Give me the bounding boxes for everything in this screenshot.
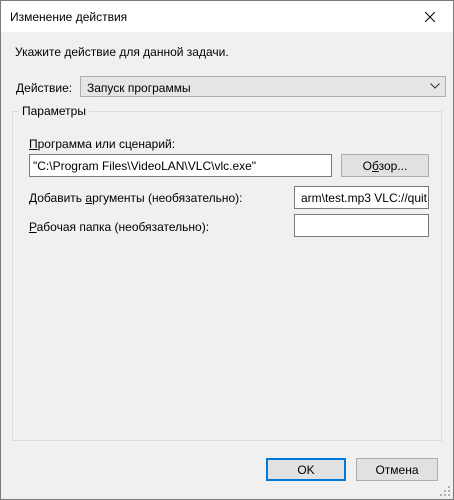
resize-grip-icon[interactable] [439,485,451,497]
action-select-value: Запуск программы [87,81,191,95]
program-input-value: "C:\Program Files\VideoLAN\VLC\vlc.exe" [33,159,257,173]
working-folder-input[interactable] [294,214,429,237]
program-label: Программа или сценарий: [29,137,176,151]
ok-button-label: OK [297,462,315,477]
ok-button[interactable]: OK [266,458,346,481]
cancel-button[interactable]: Отмена [356,458,438,481]
window-title: Изменение действия [10,10,128,24]
parameters-group-title: Параметры [19,104,89,118]
close-icon [425,11,435,22]
browse-button-label: Обзор... [362,158,408,173]
cancel-button-label: Отмена [375,462,419,477]
arguments-input-value: arm\test.mp3 VLC://quit [300,191,427,205]
arguments-input[interactable]: arm\test.mp3 VLC://quit [294,186,429,209]
instruction-text: Укажите действие для данной задачи. [15,45,229,59]
action-select[interactable]: Запуск программы [80,76,446,97]
working-folder-label: Рабочая папка (необязательно): [29,220,210,234]
arguments-label: Добавить аргументы (необязательно): [29,191,243,205]
close-button[interactable] [407,1,453,32]
browse-button[interactable]: Обзор... [341,154,429,177]
chevron-down-icon [430,83,440,89]
title-bar: Изменение действия [1,1,453,32]
action-label: Действие: [16,81,73,95]
program-input[interactable]: "C:\Program Files\VideoLAN\VLC\vlc.exe" [29,154,332,177]
edit-action-dialog: Изменение действия Укажите действие для … [0,0,454,500]
